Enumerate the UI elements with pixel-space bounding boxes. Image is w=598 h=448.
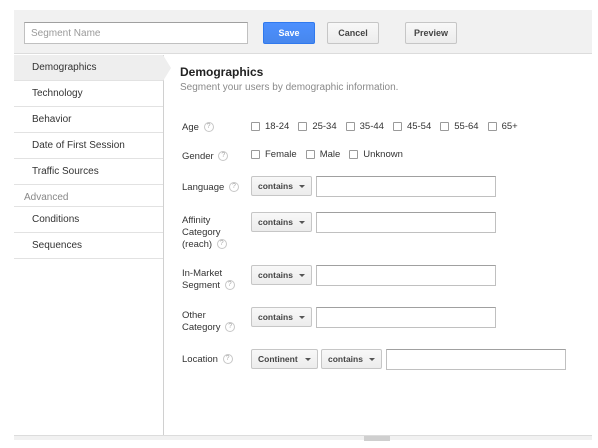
in-market-label-line: In-Market [182, 268, 223, 279]
gender-option[interactable]: Male [305, 149, 341, 160]
location-scope-value: Continent [258, 354, 298, 364]
language-operator-value: contains [258, 181, 293, 191]
chevron-down-icon [299, 185, 305, 188]
location-label: Location ? [182, 354, 233, 366]
chevron-down-icon [299, 221, 305, 224]
gender-unknown-checkbox[interactable] [349, 150, 359, 159]
affinity-value-input[interactable] [316, 212, 496, 233]
horizontal-scrollbar[interactable] [14, 435, 592, 441]
location-label-text: Location [182, 354, 218, 365]
other-category-operator-value: contains [258, 312, 293, 322]
age-option[interactable]: 55-64 [440, 121, 479, 132]
segment-toolbar: Save Cancel Preview [14, 10, 592, 54]
age-option-label: 55-64 [454, 121, 479, 132]
in-market-label-line: Segment [182, 280, 221, 291]
other-category-label-line: Category [182, 322, 221, 333]
sidebar-item-technology[interactable]: Technology [14, 81, 163, 107]
other-category-operator-dropdown[interactable]: contains [251, 307, 312, 327]
chevron-down-icon [299, 316, 305, 319]
sidebar-item-date-of-first-session[interactable]: Date of First Session [14, 133, 163, 159]
age-65-plus-checkbox[interactable] [487, 122, 497, 131]
chevron-down-icon [305, 358, 311, 361]
chevron-down-icon [369, 358, 375, 361]
sidebar-advanced-heading: Advanced [14, 185, 163, 207]
age-option[interactable]: 45-54 [392, 121, 432, 132]
in-market-operator-value: contains [258, 270, 293, 280]
panel-subtitle: Segment your users by demographic inform… [180, 82, 399, 93]
age-45-54-checkbox[interactable] [392, 122, 402, 131]
in-market-help-icon[interactable]: ? [224, 280, 235, 291]
scrollbar-thumb[interactable] [364, 436, 390, 441]
affinity-operator-value: contains [258, 217, 293, 227]
preview-button[interactable]: Preview [405, 22, 457, 44]
age-label: Age ? [182, 122, 214, 134]
age-option-label: 25-34 [312, 121, 337, 132]
gender-female-checkbox[interactable] [251, 150, 260, 159]
location-help-icon[interactable]: ? [222, 354, 233, 365]
age-option-label: 35-44 [359, 121, 384, 132]
age-label-text: Age [182, 122, 199, 133]
age-option[interactable]: 35-44 [345, 121, 384, 132]
sidebar-item-traffic-sources[interactable]: Traffic Sources [14, 159, 163, 185]
gender-option-label: Female [265, 149, 297, 160]
gender-option[interactable]: Female [251, 149, 297, 160]
age-55-64-checkbox[interactable] [440, 122, 450, 131]
age-option-label: 18-24 [265, 121, 290, 132]
language-value-input[interactable] [316, 176, 496, 197]
affinity-operator-dropdown[interactable]: contains [251, 212, 312, 232]
save-button[interactable]: Save [263, 22, 315, 44]
demographics-panel: Demographics Segment your users by demog… [164, 55, 592, 435]
language-help-icon[interactable]: ? [228, 182, 239, 193]
affinity-label-line: Affinity [182, 215, 211, 226]
location-operator-dropdown[interactable]: contains [321, 349, 382, 369]
age-25-34-checkbox[interactable] [298, 122, 308, 131]
affinity-help-icon[interactable]: ? [216, 239, 227, 250]
other-category-label: Other Category ? [182, 310, 236, 334]
sidebar-item-sequences[interactable]: Sequences [14, 233, 163, 259]
segment-editor: Save Cancel Preview Demographics Technol… [14, 10, 592, 441]
language-label-text: Language [182, 182, 225, 193]
age-35-44-checkbox[interactable] [345, 122, 355, 131]
cancel-button[interactable]: Cancel [327, 22, 379, 44]
gender-male-checkbox[interactable] [305, 150, 315, 159]
sidebar-item-conditions[interactable]: Conditions [14, 207, 163, 233]
gender-option-label: Male [319, 149, 341, 160]
affinity-label-line: (reach) [182, 239, 213, 250]
age-option-label: 65+ [501, 121, 518, 132]
location-value-input[interactable] [386, 349, 566, 370]
in-market-segment-label: In-Market Segment ? [182, 268, 235, 292]
in-market-operator-dropdown[interactable]: contains [251, 265, 312, 285]
sidebar-item-behavior[interactable]: Behavior [14, 107, 163, 133]
language-operator-dropdown[interactable]: contains [251, 176, 312, 196]
gender-option[interactable]: Unknown [349, 149, 403, 160]
segment-name-input[interactable] [24, 22, 248, 44]
gender-option-label: Unknown [363, 149, 403, 160]
affinity-label-line: Category [182, 227, 221, 238]
sidebar-item-demographics[interactable]: Demographics [14, 55, 171, 81]
gender-help-icon[interactable]: ? [218, 151, 229, 162]
age-help-icon[interactable]: ? [203, 122, 214, 133]
age-option[interactable]: 25-34 [298, 121, 337, 132]
affinity-category-label: Affinity Category (reach) ? [182, 215, 227, 251]
age-option-label: 45-54 [406, 121, 432, 132]
in-market-value-input[interactable] [316, 265, 496, 286]
other-category-label-line: Other [182, 310, 206, 321]
chevron-down-icon [299, 274, 305, 277]
location-scope-dropdown[interactable]: Continent [251, 349, 318, 369]
gender-label: Gender ? [182, 151, 229, 163]
gender-label-text: Gender [182, 151, 214, 162]
panel-title: Demographics [180, 65, 264, 79]
other-category-value-input[interactable] [316, 307, 496, 328]
age-option[interactable]: 65+ [487, 121, 518, 132]
gender-options: Female Male Unknown [251, 149, 412, 160]
language-label: Language ? [182, 182, 239, 194]
age-option[interactable]: 18-24 [251, 121, 289, 132]
location-operator-value: contains [328, 354, 363, 364]
other-category-help-icon[interactable]: ? [225, 322, 236, 333]
age-18-24-checkbox[interactable] [251, 122, 260, 131]
segment-category-sidebar: Demographics Technology Behavior Date of… [14, 55, 171, 435]
age-options: 18-24 25-34 35-44 45-54 55-64 65+ [251, 121, 527, 132]
